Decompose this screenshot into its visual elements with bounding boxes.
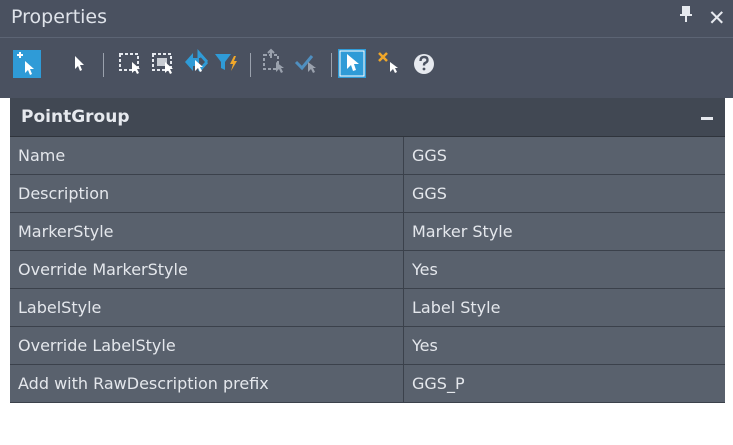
column-divider[interactable] xyxy=(403,137,404,175)
property-value[interactable]: Yes xyxy=(412,336,438,355)
invert-selection-icon[interactable] xyxy=(181,38,211,78)
panel-titlebar[interactable]: Properties ✕ xyxy=(0,0,733,38)
filter-select-icon[interactable] xyxy=(212,38,242,78)
group-header-pointgroup[interactable]: PointGroup xyxy=(10,98,725,137)
property-row-labelstyle[interactable]: LabelStyle Label Style xyxy=(10,289,725,327)
property-row-override-markerstyle[interactable]: Override MarkerStyle Yes xyxy=(10,251,725,289)
toolbar-separator xyxy=(103,53,104,77)
select-window-icon[interactable] xyxy=(116,38,146,78)
panel-title: Properties xyxy=(11,6,108,28)
property-value[interactable]: GGS xyxy=(412,184,447,203)
pickable-icon[interactable] xyxy=(338,38,368,78)
property-row-description[interactable]: Description GGS xyxy=(10,175,725,213)
property-name: MarkerStyle xyxy=(18,222,114,241)
property-row-rawdescription-prefix[interactable]: Add with RawDescription prefix GGS_P xyxy=(10,365,725,403)
select-icon[interactable] xyxy=(67,38,97,78)
property-name: Description xyxy=(18,184,110,203)
column-divider[interactable] xyxy=(403,251,404,289)
property-row-markerstyle[interactable]: MarkerStyle Marker Style xyxy=(10,213,725,251)
property-value[interactable]: GGS_P xyxy=(412,374,465,393)
property-row-name[interactable]: Name GGS xyxy=(10,137,725,175)
property-name: Name xyxy=(18,146,66,165)
pin-icon[interactable] xyxy=(678,4,694,33)
deselect-icon[interactable] xyxy=(376,38,406,78)
toolbar-separator xyxy=(331,53,332,77)
property-value[interactable]: Label Style xyxy=(412,298,500,317)
property-name: LabelStyle xyxy=(18,298,102,317)
toolbar xyxy=(0,38,733,98)
property-grid: PointGroup Name GGS Description GGS Mark… xyxy=(10,98,725,445)
group-title: PointGroup xyxy=(21,107,130,127)
property-value[interactable]: Yes xyxy=(412,260,438,279)
property-name: Add with RawDescription prefix xyxy=(18,374,269,393)
add-to-selection-icon[interactable] xyxy=(12,38,42,78)
property-value[interactable]: Marker Style xyxy=(412,222,513,241)
column-divider[interactable] xyxy=(403,289,404,327)
help-icon[interactable] xyxy=(411,38,441,78)
column-divider[interactable] xyxy=(403,175,404,213)
property-row-override-labelstyle[interactable]: Override LabelStyle Yes xyxy=(10,327,725,365)
column-divider[interactable] xyxy=(403,365,404,403)
property-name: Override MarkerStyle xyxy=(18,260,188,279)
select-check-icon[interactable] xyxy=(293,38,323,78)
column-divider[interactable] xyxy=(403,213,404,251)
select-similar-icon[interactable] xyxy=(260,38,290,78)
property-value[interactable]: GGS xyxy=(412,146,447,165)
column-divider[interactable] xyxy=(403,327,404,365)
select-crossing-icon[interactable] xyxy=(149,38,179,78)
property-name: Override LabelStyle xyxy=(18,336,176,355)
close-icon[interactable]: ✕ xyxy=(708,4,726,32)
properties-panel: Properties ✕ PointGroup Name GGS Descrip… xyxy=(0,0,733,445)
collapse-icon[interactable] xyxy=(701,117,713,120)
toolbar-separator xyxy=(250,53,251,77)
